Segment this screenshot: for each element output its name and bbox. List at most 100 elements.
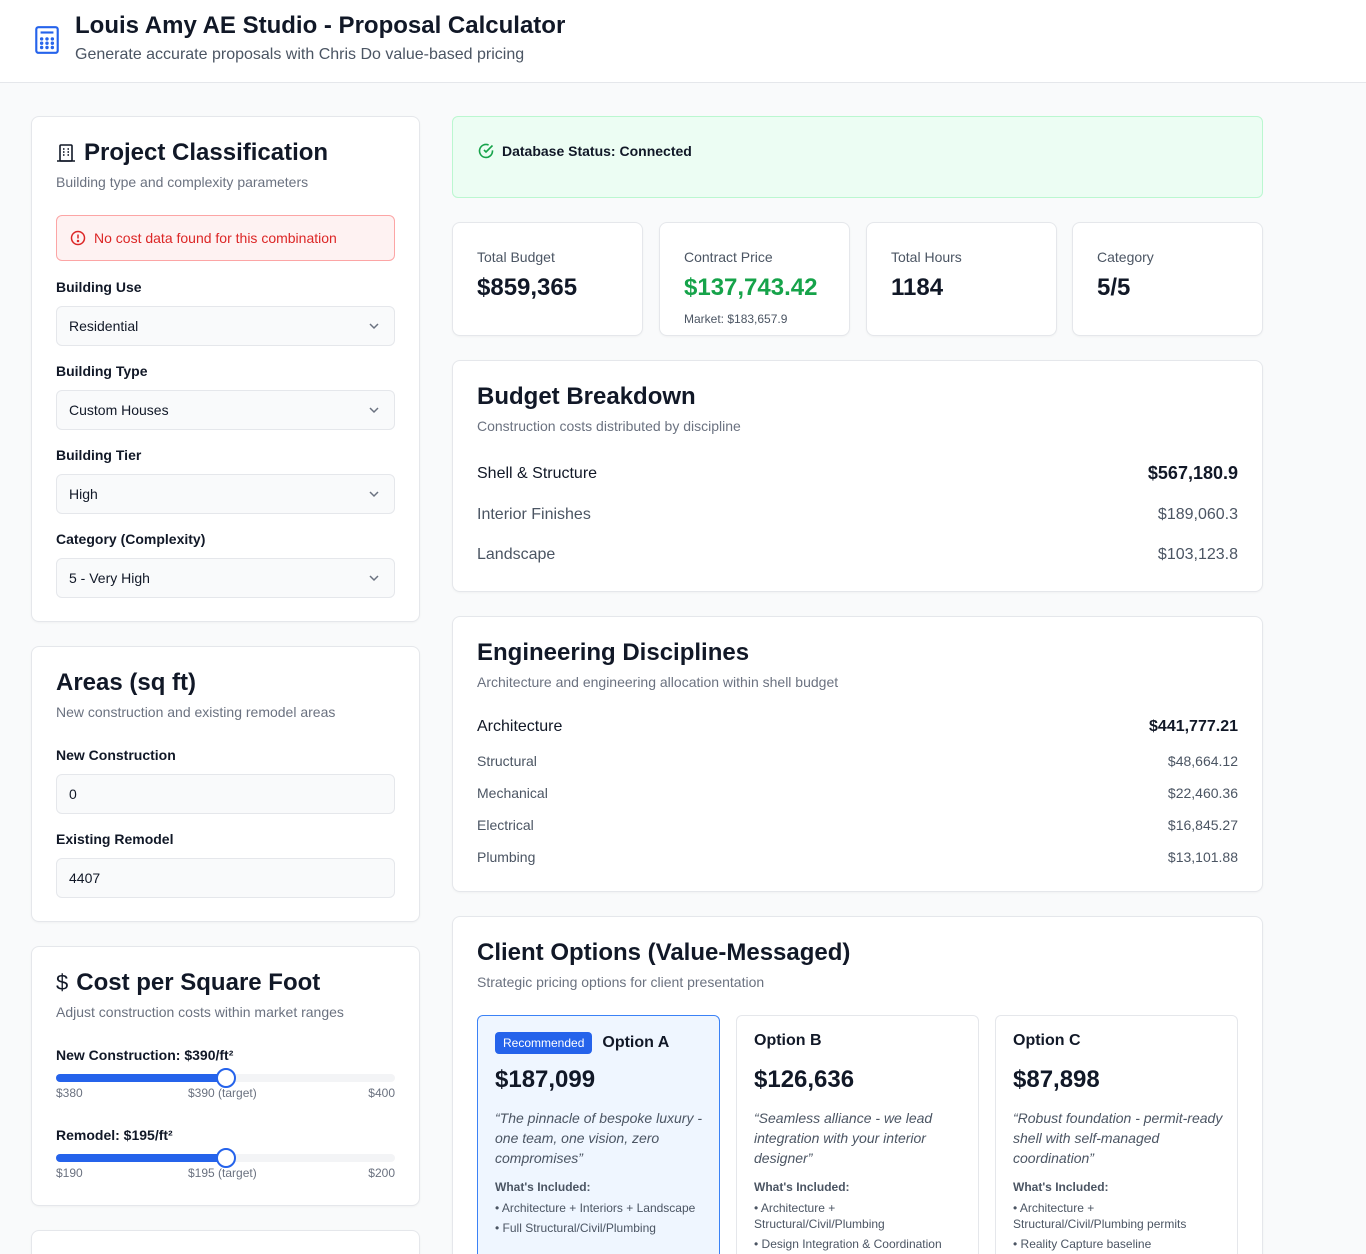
included-item: • Design Integration & Coordination xyxy=(754,1237,942,1251)
existing-remodel-input[interactable]: 4407 xyxy=(56,858,395,898)
option-name: Option C xyxy=(1013,1032,1081,1049)
check-circle-icon xyxy=(478,143,494,159)
new-construction-label: New Construction xyxy=(56,747,176,763)
remodel-cost-min: $190 xyxy=(56,1166,83,1180)
total-budget-label: Total Budget xyxy=(477,249,555,265)
building-type-value: Custom Houses xyxy=(69,402,169,418)
building-use-value: Residential xyxy=(69,318,139,334)
chevron-down-icon xyxy=(369,323,379,330)
included-item: • Architecture + Interiors + Landscape xyxy=(495,1201,696,1215)
app-header: Louis Amy AE Studio - Proposal Calculato… xyxy=(0,0,1366,83)
project-classification-card: Project Classification Building type and… xyxy=(31,116,420,622)
engineering-row: Architecture $441,777.21 xyxy=(477,718,1238,735)
new-cost-fill xyxy=(56,1074,226,1082)
option-quote: “The pinnacle of bespoke luxury - one te… xyxy=(495,1110,702,1166)
database-status-banner: Database Status: Connected xyxy=(452,116,1263,198)
classification-title: Project Classification xyxy=(56,139,328,167)
dollar-icon: $ xyxy=(56,970,69,995)
option-name: Option A xyxy=(602,1034,670,1051)
next-card xyxy=(31,1230,420,1254)
option-c-card[interactable]: Option C $87,898 “Robust foundation - pe… xyxy=(995,1015,1238,1254)
included-item: • Full Structural/Civil/Plumbing xyxy=(495,1221,656,1235)
category-card: Category 5/5 xyxy=(1072,222,1263,336)
areas-subtitle: New construction and existing remodel ar… xyxy=(56,704,336,720)
total-hours-card: Total Hours 1184 xyxy=(866,222,1057,336)
total-hours-value: 1184 xyxy=(891,274,944,301)
category-stat-label: Category xyxy=(1097,249,1154,265)
engineering-title: Engineering Disciplines xyxy=(477,639,750,666)
total-budget-card: Total Budget $859,365 xyxy=(452,222,643,336)
new-cost-min: $380 xyxy=(56,1086,83,1100)
database-status-text: Database Status: Connected xyxy=(502,143,692,159)
cost-subtitle: Adjust construction costs within market … xyxy=(56,1004,344,1020)
included-item: • Architecture + Structural/Civil/Plumbi… xyxy=(754,1201,885,1231)
option-quote: “Seamless alliance - we lead integration… xyxy=(754,1110,933,1166)
option-price: $87,898 xyxy=(1013,1066,1100,1093)
areas-card: Areas (sq ft) New construction and exist… xyxy=(31,646,420,922)
new-cost-target: $390 (target) xyxy=(188,1086,257,1100)
building-icon xyxy=(57,144,75,162)
remodel-cost-slider[interactable] xyxy=(56,1148,395,1168)
option-price: $187,099 xyxy=(495,1066,596,1093)
engineering-subtitle: Architecture and engineering allocation … xyxy=(477,674,839,690)
remodel-cost-label: Remodel: $195/ft² xyxy=(56,1127,173,1143)
building-type-label: Building Type xyxy=(56,363,148,379)
building-use-select[interactable]: Residential xyxy=(56,306,395,346)
contract-price-label: Contract Price xyxy=(684,249,773,265)
option-a-card[interactable]: Recommended Option A $187,099 “The pinna… xyxy=(477,1015,720,1254)
building-use-label: Building Use xyxy=(56,279,142,295)
market-price-note: Market: $183,657.9 xyxy=(684,312,788,326)
building-tier-label: Building Tier xyxy=(56,447,142,463)
app-subtitle: Generate accurate proposals with Chris D… xyxy=(75,46,525,63)
chevron-down-icon xyxy=(369,491,379,498)
budget-subtitle: Construction costs distributed by discip… xyxy=(477,418,741,434)
options-title: Client Options (Value-Messaged) xyxy=(477,939,851,966)
budget-title: Budget Breakdown xyxy=(477,383,696,410)
engineering-row: Plumbing $13,101.88 xyxy=(477,849,1238,865)
budget-breakdown-card: Budget Breakdown Construction costs dist… xyxy=(452,360,1263,592)
engineering-row: Mechanical $22,460.36 xyxy=(477,785,1238,801)
budget-row: Shell & Structure $567,180.9 xyxy=(477,463,1238,483)
remodel-cost-target: $195 (target) xyxy=(188,1166,257,1180)
building-tier-value: High xyxy=(69,486,98,502)
included-label: What's Included: xyxy=(1013,1180,1109,1194)
chevron-down-icon xyxy=(369,407,379,414)
app-title: Louis Amy AE Studio - Proposal Calculato… xyxy=(75,12,566,39)
remodel-cost-max: $200 xyxy=(368,1166,395,1180)
alert-text: No cost data found for this combination xyxy=(94,230,337,246)
option-b-card[interactable]: Option B $126,636 “Seamless alliance - w… xyxy=(736,1015,979,1254)
engineering-row: Structural $48,664.12 xyxy=(477,753,1238,769)
total-hours-label: Total Hours xyxy=(891,249,962,265)
budget-row: Interior Finishes $189,060.3 xyxy=(477,506,1238,523)
building-type-select[interactable]: Custom Houses xyxy=(56,390,395,430)
recommended-badge: Recommended xyxy=(495,1032,593,1054)
category-select[interactable]: 5 - Very High xyxy=(56,558,395,598)
cost-title: $ Cost per Square Foot xyxy=(56,969,321,996)
engineering-row: Electrical $16,845.27 xyxy=(477,817,1238,833)
included-label: What's Included: xyxy=(495,1180,591,1194)
new-construction-input[interactable]: 0 xyxy=(56,774,395,814)
new-cost-thumb[interactable] xyxy=(215,1068,236,1088)
chevron-down-icon xyxy=(369,575,379,582)
contract-price-card: Contract Price $137,743.42 Market: $183,… xyxy=(659,222,850,336)
remodel-cost-fill xyxy=(56,1154,226,1162)
existing-remodel-label: Existing Remodel xyxy=(56,831,174,847)
error-alert: No cost data found for this combination xyxy=(56,215,395,261)
category-value: 5 - Very High xyxy=(69,570,150,586)
alert-circle-icon xyxy=(70,230,86,246)
building-tier-select[interactable]: High xyxy=(56,474,395,514)
included-item: • Reality Capture baseline xyxy=(1013,1237,1152,1251)
included-list: • Architecture + Structural/Civil/Plumbi… xyxy=(754,1200,969,1254)
remodel-cost-thumb[interactable] xyxy=(215,1148,236,1168)
included-label: What's Included: xyxy=(754,1180,850,1194)
budget-row: Landscape $103,123.8 xyxy=(477,546,1238,563)
options-subtitle: Strategic pricing options for client pre… xyxy=(477,974,765,990)
classification-subtitle: Building type and complexity parameters xyxy=(56,174,309,190)
new-cost-label: New Construction: $390/ft² xyxy=(56,1047,234,1063)
cost-per-sqft-card: $ Cost per Square Foot Adjust constructi… xyxy=(31,946,420,1206)
total-budget-value: $859,365 xyxy=(477,274,578,301)
areas-title: Areas (sq ft) xyxy=(56,669,197,696)
included-list: • Architecture + Structural/Civil/Plumbi… xyxy=(1013,1200,1228,1254)
client-options-card: Client Options (Value-Messaged) Strategi… xyxy=(452,916,1263,1254)
new-cost-slider[interactable] xyxy=(56,1068,395,1088)
